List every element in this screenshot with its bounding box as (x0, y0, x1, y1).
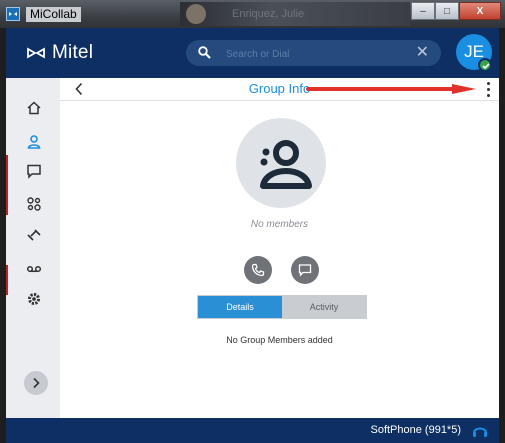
no-members-label: No members (250, 219, 309, 230)
home-icon[interactable] (24, 98, 44, 118)
chevron-right-icon (33, 377, 40, 389)
group-info-panel: Group Info No members Details Activity N… (60, 78, 499, 418)
micollab-app-icon (6, 7, 20, 21)
message-button[interactable] (291, 256, 319, 284)
empty-members-message: No Group Members added (226, 335, 333, 345)
call-button[interactable] (244, 256, 272, 284)
panel-header: Group Info (60, 78, 499, 101)
teams-icon[interactable] (24, 194, 44, 214)
settings-icon[interactable] (24, 289, 44, 309)
blurred-avatar (186, 4, 206, 24)
voicemail-icon[interactable] (24, 258, 44, 278)
chat-icon[interactable] (24, 161, 44, 181)
info-tabs: Details Activity (197, 295, 367, 319)
contacts-icon[interactable] (24, 132, 44, 152)
group-icon (260, 140, 312, 189)
window-controls: – □ X (411, 2, 501, 20)
app-header: Mitel ✕ JE (6, 28, 499, 78)
kebab-dot (486, 93, 490, 97)
search-bar[interactable]: ✕ (186, 40, 441, 66)
tab-activity[interactable]: Activity (282, 296, 366, 318)
logo-text: Mitel (52, 42, 94, 63)
expand-sidebar-button[interactable] (24, 371, 48, 395)
phone-icon (251, 263, 265, 277)
navigation-sidebar (6, 78, 60, 418)
softphone-status[interactable]: SoftPhone (991*5) (370, 424, 461, 436)
status-bar: SoftPhone (991*5) (6, 418, 499, 443)
window-titlebar[interactable]: MiCollab Enriquez, Julie – □ X (0, 0, 505, 28)
annotation-arrow (306, 84, 476, 94)
window-edge-mark (6, 265, 8, 295)
tab-details[interactable]: Details (198, 296, 282, 318)
presence-status-icon (478, 58, 492, 72)
window-title: MiCollab (26, 7, 81, 22)
kebab-dot (486, 87, 490, 91)
clear-search-icon[interactable]: ✕ (416, 44, 429, 62)
minimize-button[interactable]: – (411, 2, 435, 20)
mitel-logo-icon (27, 47, 45, 59)
call-history-icon[interactable] (24, 225, 44, 245)
blurred-window-text: Enriquez, Julie (232, 8, 305, 20)
mitel-logo: Mitel (26, 42, 94, 63)
kebab-dot (486, 81, 490, 85)
search-icon (198, 46, 211, 59)
headset-icon[interactable] (471, 422, 489, 440)
app-window: MiCollab Enriquez, Julie – □ X Mitel ✕ J… (0, 0, 505, 443)
window-edge-mark (6, 155, 8, 215)
message-icon (298, 264, 312, 277)
more-options-menu[interactable] (483, 80, 493, 98)
maximize-button[interactable]: □ (435, 2, 459, 20)
close-button[interactable]: X (459, 2, 501, 20)
search-input[interactable] (224, 45, 408, 63)
group-avatar (236, 118, 326, 208)
